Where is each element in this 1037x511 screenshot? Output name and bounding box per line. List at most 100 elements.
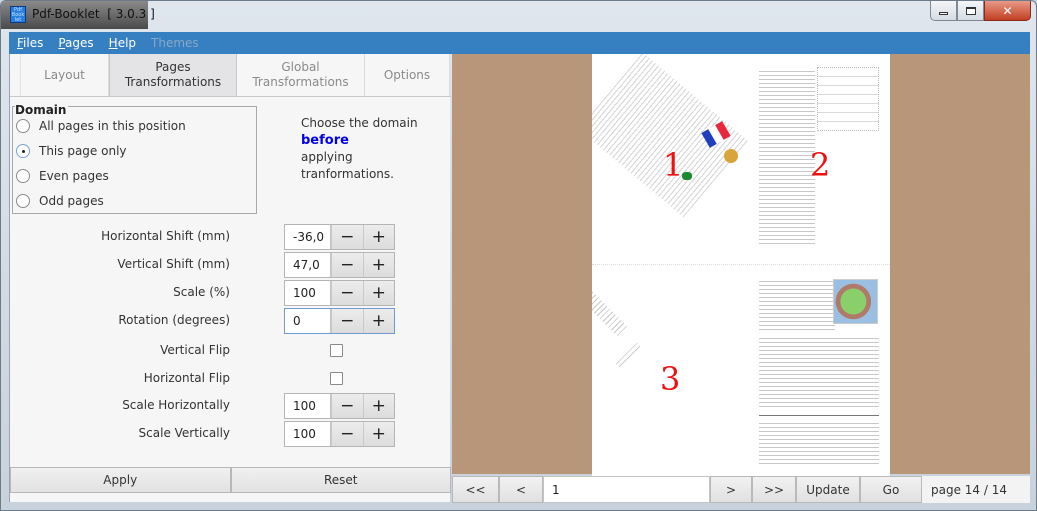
- scale-horizontally-decrement-button[interactable]: −: [331, 394, 363, 418]
- radio-label: This page only: [39, 144, 127, 158]
- sheet-lower-half: 3: [592, 265, 890, 476]
- scale-horizontally-increment-button[interactable]: +: [362, 394, 394, 418]
- page-text-block: [613, 340, 641, 368]
- scale-horizontally-input[interactable]: [285, 394, 331, 418]
- horizontal-flip-row: Horizontal Flip: [10, 366, 451, 392]
- page-info-table: [817, 67, 879, 131]
- maximize-button[interactable]: [957, 1, 984, 21]
- vertical-shift-decrement-button[interactable]: −: [331, 253, 363, 277]
- vertical-flip-checkbox[interactable]: [330, 344, 343, 357]
- scale-vertically-increment-button[interactable]: +: [362, 422, 394, 446]
- menu-themes: Themes: [151, 36, 199, 50]
- horizontal-flip-checkbox[interactable]: [330, 372, 343, 385]
- radio-circle-icon[interactable]: [16, 119, 30, 133]
- app-window: Pdf Book let Pdf-Booklet [ 3.0.3 ] ✕ Fil…: [0, 0, 1037, 511]
- hint-line: applying: [301, 150, 353, 164]
- window-controls: ✕: [930, 1, 1031, 21]
- vertical-shift-input[interactable]: [285, 253, 331, 277]
- radio-odd-pages[interactable]: Odd pages: [16, 194, 104, 208]
- radio-circle-icon[interactable]: [16, 169, 30, 183]
- page-number-input[interactable]: [543, 476, 710, 503]
- horizontal-shift-spinner: − +: [284, 224, 395, 250]
- scale-label: Scale (%): [173, 285, 230, 299]
- rotation-label: Rotation (degrees): [118, 313, 230, 327]
- page-text-block: [759, 335, 879, 410]
- vertical-shift-increment-button[interactable]: +: [362, 253, 394, 277]
- horizontal-shift-row: Horizontal Shift (mm) − +: [10, 224, 451, 250]
- first-page-button[interactable]: <<: [452, 476, 499, 503]
- hint-emphasis: before: [301, 133, 349, 148]
- radio-label: Odd pages: [39, 194, 104, 208]
- scale-vertically-input[interactable]: [285, 422, 331, 446]
- scale-decrement-button[interactable]: −: [331, 281, 363, 305]
- tab-pages-transformations[interactable]: Pages Transformations: [109, 54, 237, 96]
- vertical-flip-label: Vertical Flip: [160, 343, 230, 357]
- next-page-button[interactable]: >: [710, 476, 752, 503]
- page-text-block: [759, 420, 879, 465]
- radio-even-pages[interactable]: Even pages: [16, 169, 109, 183]
- scale-vertically-row: Scale Vertically − +: [10, 421, 451, 447]
- domain-legend: Domain: [15, 103, 69, 117]
- radio-all-pages-in-position[interactable]: All pages in this position: [16, 119, 186, 133]
- hint-line: Choose the domain: [301, 116, 418, 130]
- title-bar[interactable]: Pdf Book let Pdf-Booklet [ 3.0.3 ] ✕: [1, 1, 1036, 29]
- tab-layout-label: Layout: [44, 67, 85, 82]
- horizontal-shift-input[interactable]: [285, 225, 331, 249]
- booklet-preview: 1 2 3: [452, 54, 1030, 476]
- tab-bar: Layout Pages Transformations Global Tran…: [10, 54, 451, 97]
- apply-button[interactable]: Apply: [10, 467, 231, 493]
- scale-input[interactable]: [285, 281, 331, 305]
- rotation-decrement-button[interactable]: −: [331, 309, 363, 333]
- emblem-icon: [724, 149, 738, 163]
- rotation-spinner: − +: [284, 308, 395, 334]
- maximize-icon: [965, 6, 976, 15]
- tab-global-transformations[interactable]: Global Transformations: [237, 54, 365, 96]
- horizontal-shift-decrement-button[interactable]: −: [331, 225, 363, 249]
- radio-label: Even pages: [39, 169, 109, 183]
- domain-group: Domain All pages in this position This p…: [12, 103, 257, 214]
- scale-vertically-decrement-button[interactable]: −: [331, 422, 363, 446]
- tab-layout[interactable]: Layout: [20, 54, 109, 96]
- tab-global-transformations-label: Global Transformations: [252, 60, 349, 89]
- page-number-label: 2: [810, 146, 831, 184]
- menu-files[interactable]: Files: [17, 36, 43, 50]
- close-button[interactable]: ✕: [984, 1, 1031, 21]
- rotation-row: Rotation (degrees) − +: [10, 308, 451, 334]
- radio-checked-icon[interactable]: [16, 144, 30, 158]
- rotation-input[interactable]: [285, 309, 331, 333]
- menu-pages[interactable]: Pages: [58, 36, 93, 50]
- preview-sheet: 1 2 3: [592, 54, 890, 476]
- scale-horizontally-spinner: − +: [284, 393, 395, 419]
- page-text-block: [592, 283, 628, 337]
- update-button[interactable]: Update: [796, 476, 860, 503]
- tab-pages-transformations-label: Pages Transformations: [124, 60, 222, 89]
- menu-pages-label: ages: [65, 36, 94, 50]
- minimize-button[interactable]: [930, 1, 957, 21]
- vertical-flip-row: Vertical Flip: [10, 338, 451, 364]
- go-button[interactable]: Go: [860, 476, 922, 503]
- reset-button[interactable]: Reset: [230, 467, 451, 493]
- page-number-label: 3: [660, 360, 681, 398]
- menu-help[interactable]: Help: [109, 36, 136, 50]
- scale-increment-button[interactable]: +: [362, 281, 394, 305]
- scale-row: Scale (%) − +: [10, 280, 451, 306]
- horizontal-shift-increment-button[interactable]: +: [362, 225, 394, 249]
- previous-page-button[interactable]: <: [499, 476, 543, 503]
- menu-files-label: iles: [23, 36, 44, 50]
- radio-circle-icon[interactable]: [16, 194, 30, 208]
- menu-help-label: elp: [117, 36, 137, 50]
- transformations-panel: Layout Pages Transformations Global Tran…: [9, 54, 451, 502]
- close-icon: ✕: [1002, 3, 1013, 18]
- menu-help-mnemonic: H: [108, 36, 118, 50]
- page-navigation-bar: << < > >> Update Go page 14 / 14: [452, 476, 1030, 503]
- last-page-button[interactable]: >>: [752, 476, 796, 503]
- radio-this-page-only[interactable]: This page only: [16, 144, 127, 158]
- rotation-increment-button[interactable]: +: [362, 309, 394, 333]
- section-heading-rule: [759, 415, 879, 416]
- scale-vertically-label: Scale Vertically: [138, 426, 230, 440]
- page-text-block: [759, 278, 835, 332]
- menu-themes-label: Themes: [151, 36, 199, 50]
- hint-line: tranformations.: [301, 167, 394, 181]
- scale-horizontally-label: Scale Horizontally: [122, 398, 230, 412]
- tab-options[interactable]: Options: [365, 54, 450, 96]
